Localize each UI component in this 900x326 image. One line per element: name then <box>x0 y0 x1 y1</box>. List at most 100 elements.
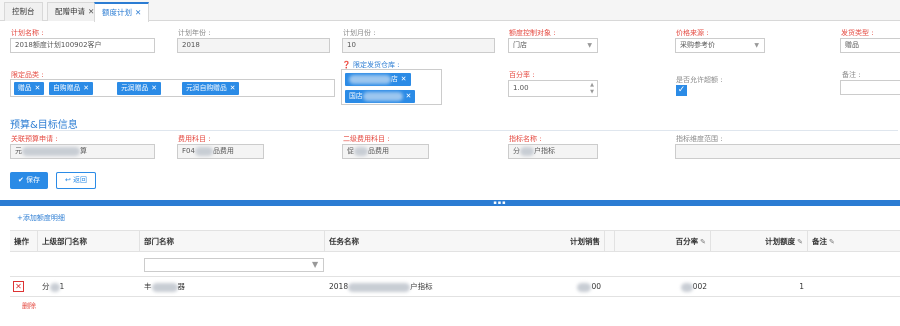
plan-name-input[interactable]: 2018额度计划100902客户 <box>10 38 155 53</box>
column-header-percentage[interactable]: 百分率 ✎ <box>615 231 711 251</box>
column-header-planned-quota[interactable]: 计划额度 ✎ <box>711 231 808 251</box>
quota-object-select[interactable]: 门店 ▼ <box>508 38 598 53</box>
tab-label: 配赠申请 <box>55 7 85 16</box>
limited-categories-field[interactable]: 赠品 ✕ 自购赠品 ✕ 元润赠品 ✕ 元润自购赠品 ✕ <box>10 79 335 97</box>
expense-subject-input[interactable]: F04 品费用 <box>177 144 264 159</box>
dept-filter-input[interactable] <box>144 258 324 272</box>
tag-label: 元润赠品 <box>121 84 149 92</box>
column-header-dept[interactable]: 部门名称 <box>140 231 325 251</box>
remark-label: 备注 : <box>842 71 861 79</box>
dept-cell: 丰器 <box>140 277 325 296</box>
cell-text: 002 <box>692 282 707 291</box>
cell-text: 户指标 <box>410 282 433 291</box>
tab-quota-plan[interactable]: 额度计划 ✕ <box>94 2 150 22</box>
column-header-action: 操作 <box>10 231 38 251</box>
column-header-remark[interactable]: 备注 ✎ <box>808 231 900 251</box>
tab-label: 控制台 <box>12 7 35 16</box>
close-icon[interactable]: ✕ <box>83 84 89 92</box>
budget-apply-label: 关联预算申请 : <box>11 135 58 143</box>
tab-label: 额度计划 <box>102 8 132 17</box>
back-arrow-icon: ↩ <box>64 176 71 184</box>
budget-apply-input[interactable]: 元算 <box>10 144 155 159</box>
category-tag: 赠品 ✕ <box>14 82 45 95</box>
cell-text: 2018 <box>329 282 349 291</box>
indicator-scope-label: 指标维度范围 : <box>676 135 723 143</box>
redacted-text <box>680 282 693 292</box>
secondary-subject-input[interactable]: 促 品费用 <box>342 144 429 159</box>
allow-exceed-label: 是否允许超额 : <box>676 76 723 84</box>
tab-console[interactable]: 控制台 <box>4 2 43 21</box>
quota-object-label: 额度控制对象 : <box>509 29 556 37</box>
close-icon[interactable]: ✕ <box>151 84 157 92</box>
drag-handle-icon[interactable]: ▪▪▪ <box>486 201 514 206</box>
delete-row-icon[interactable]: ✕ <box>13 281 24 292</box>
cell-text: 00 <box>591 282 601 291</box>
quota-object-value: 门店 <box>513 41 527 49</box>
redacted-text <box>349 74 391 84</box>
column-label: 计划额度 <box>765 237 796 246</box>
limited-warehouse-field[interactable]: 店 ✕ 国店 ✕ <box>341 69 442 105</box>
price-source-select[interactable]: 采购参考价 ▼ <box>675 38 765 53</box>
plan-month-input: 10 <box>342 38 495 53</box>
price-source-value: 采购参考价 <box>680 41 715 49</box>
delivery-type-label: 发货类型 : <box>841 29 874 37</box>
cell-text: 丰 <box>144 282 152 291</box>
chevron-down-icon: ▼ <box>754 42 759 49</box>
cell-text: 分 <box>42 282 50 291</box>
percentage-input[interactable]: 1.00 ▲ ▼ <box>508 80 598 97</box>
spinner-down-icon[interactable]: ▼ <box>590 90 594 95</box>
value-text: 元 <box>15 147 22 155</box>
column-header-parent-dept[interactable]: 上级部门名称 <box>38 231 140 251</box>
redacted-text <box>49 282 60 292</box>
value-text: 户指标 <box>534 147 555 155</box>
close-icon[interactable]: ✕ <box>135 8 141 17</box>
percentage-value: 1.00 <box>513 84 529 92</box>
redacted-text <box>151 282 178 292</box>
filter-icon[interactable]: ▼ <box>312 260 318 269</box>
close-icon[interactable]: ✕ <box>35 84 41 92</box>
grid-header: 操作 上级部门名称 部门名称 任务名称 计划销售 百分率 ✎ 计划额度 ✎ 备注 ✎ <box>10 230 900 252</box>
panel-splitter[interactable] <box>0 200 900 206</box>
redacted-text <box>22 146 80 156</box>
section-title: 预算&目标信息 <box>10 120 78 131</box>
close-icon[interactable]: ✕ <box>401 75 407 83</box>
delete-link[interactable]: 删除 <box>22 301 36 311</box>
help-icon: ❓ <box>342 61 351 69</box>
tag-label: 店 <box>391 75 398 83</box>
expense-subject-label: 费用科目 : <box>178 135 211 143</box>
delivery-type-select[interactable]: 赠品 <box>840 38 900 53</box>
plan-year-label: 计划年份 : <box>178 29 211 37</box>
close-icon[interactable]: ✕ <box>230 84 236 92</box>
save-button[interactable]: ✔ 保存 <box>10 172 48 189</box>
remark-cell[interactable] <box>808 277 900 296</box>
chevron-down-icon: ▼ <box>587 42 592 49</box>
back-button[interactable]: ↩ 返回 <box>56 172 96 189</box>
redacted-text <box>520 146 534 156</box>
column-header-planned-sales[interactable]: 计划销售 <box>495 231 605 251</box>
spinner-up-icon[interactable]: ▲ <box>590 83 594 88</box>
value-text: 算 <box>80 147 87 155</box>
save-label: 保存 <box>26 176 41 184</box>
column-label: 百分率 <box>675 237 699 246</box>
allow-exceed-checkbox[interactable]: ✓ <box>676 85 687 96</box>
cell-text: 1 <box>59 282 65 291</box>
value-text: F04 <box>182 147 195 155</box>
tag-label: 元润自购赠品 <box>186 84 227 92</box>
cell-text: 器 <box>177 282 186 291</box>
value-text: 品费用 <box>212 147 234 155</box>
price-source-label: 价格来源 : <box>676 29 709 37</box>
percentage-label: 百分率 : <box>509 71 535 79</box>
limited-warehouse-label-text: 限定发货仓库 : <box>352 61 400 69</box>
percentage-cell[interactable]: 002 <box>615 277 711 296</box>
remark-input[interactable] <box>840 80 900 95</box>
category-tag: 自购赠品 ✕ <box>49 82 93 95</box>
planned-quota-cell[interactable]: 1 <box>711 277 808 296</box>
indicator-scope-input[interactable] <box>675 144 900 159</box>
close-icon[interactable]: ✕ <box>406 92 412 100</box>
edit-icon: ✎ <box>829 238 835 246</box>
add-quota-detail-link[interactable]: +添加额度明细 <box>17 213 65 223</box>
category-tag: 元润自购赠品 ✕ <box>182 82 240 95</box>
redacted-text <box>348 282 411 292</box>
table-row: ✕ 分1 丰器 2018 户指标 00 002 1 <box>10 277 900 297</box>
indicator-name-input[interactable]: 分 户指标 <box>508 144 598 159</box>
